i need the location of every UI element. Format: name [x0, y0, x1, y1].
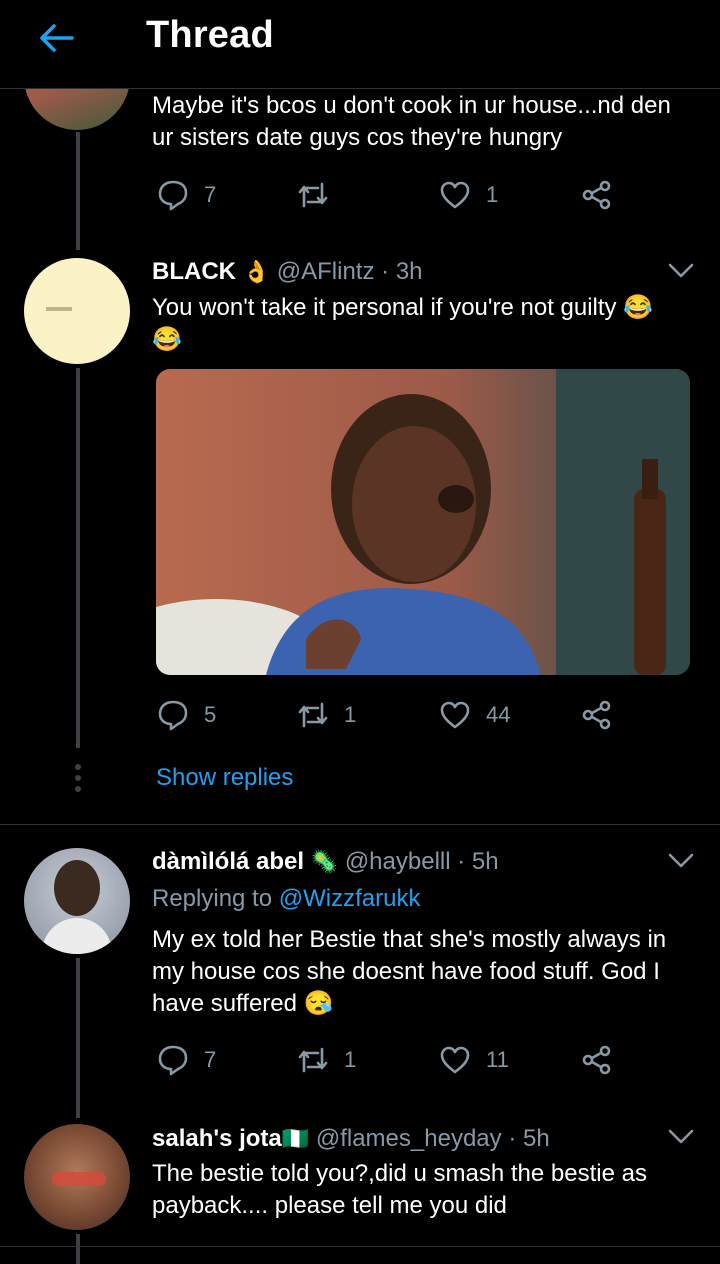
- reply-button[interactable]: 5: [156, 695, 216, 735]
- divider: [0, 824, 720, 825]
- author-handle[interactable]: @haybelll: [345, 848, 451, 875]
- tweet-actions: 7 1: [156, 175, 626, 215]
- tweet-header: BLACK 👌 @AFlintz · 3h: [152, 258, 423, 285]
- tweet-time: 5h: [471, 848, 499, 875]
- avatar[interactable]: [24, 258, 130, 364]
- replying-to: Replying to @Wizzfarukk: [152, 885, 421, 912]
- share-icon: [582, 1045, 611, 1075]
- retweet-button[interactable]: 1: [296, 1040, 356, 1080]
- tweet-text: My ex told her Bestie that she's mostly …: [152, 926, 667, 1017]
- reply-count: 7: [204, 182, 217, 207]
- author-handle[interactable]: @AFlintz: [277, 258, 375, 285]
- chevron-down-icon[interactable]: [667, 1128, 695, 1146]
- reply-count: 7: [204, 1047, 217, 1072]
- page-title: Thread: [146, 14, 274, 56]
- author-name[interactable]: dàmìlólá abel: [152, 848, 304, 875]
- name-emoji: 🇳🇬: [281, 1126, 310, 1151]
- tweet-text: The bestie told you?,did u smash the bes…: [152, 1160, 647, 1219]
- tweet-header: dàmìlólá abel 🦠 @haybelll · 5h: [152, 848, 499, 875]
- reply-icon: [158, 180, 188, 211]
- author-handle[interactable]: @flames_heyday: [316, 1125, 502, 1152]
- tweet-time: 5h: [522, 1125, 550, 1152]
- reply-icon: [158, 1045, 188, 1076]
- tweet-text: You won't take it personal if you're not…: [152, 294, 654, 353]
- author-name[interactable]: BLACK: [152, 258, 236, 285]
- name-emoji: 👌: [242, 259, 271, 284]
- like-count: 44: [486, 702, 511, 727]
- reply-icon: [158, 700, 188, 731]
- like-count: 11: [486, 1047, 509, 1072]
- like-button[interactable]: 1: [438, 175, 498, 215]
- like-button[interactable]: 44: [438, 695, 510, 735]
- reply-button[interactable]: 7: [156, 1040, 216, 1080]
- heart-icon: [440, 1046, 470, 1074]
- like-button[interactable]: 11: [438, 1040, 509, 1080]
- show-replies-link[interactable]: Show replies: [156, 763, 293, 793]
- author-name[interactable]: salah's jota: [152, 1125, 282, 1152]
- thread-line: [76, 958, 80, 1118]
- reply-count: 5: [204, 702, 217, 727]
- tweet-media-image[interactable]: [156, 369, 690, 675]
- retweet-count: 1: [344, 702, 357, 727]
- chevron-down-icon[interactable]: [667, 852, 695, 870]
- replying-to-link[interactable]: @Wizzfarukk: [279, 885, 421, 912]
- thread-line: [76, 132, 80, 250]
- heart-icon: [440, 181, 470, 209]
- tweet-time: 3h: [395, 258, 423, 285]
- thread-more-dots: [75, 764, 81, 792]
- heart-icon: [440, 701, 470, 729]
- name-emoji: 🦠: [310, 849, 339, 874]
- avatar[interactable]: [24, 848, 130, 954]
- tweet-header: salah's jota🇳🇬 @flames_heyday · 5h: [152, 1125, 550, 1152]
- retweet-button[interactable]: [296, 175, 344, 215]
- thread-line: [76, 1234, 80, 1264]
- retweet-button[interactable]: 1: [296, 695, 356, 735]
- share-button[interactable]: [580, 175, 614, 215]
- like-count: 1: [486, 182, 499, 207]
- tweet-actions: 5 1 44: [156, 695, 626, 735]
- retweet-icon: [298, 182, 328, 208]
- divider: [0, 1246, 720, 1247]
- tweet-text: Maybe it's bcos u don't cook in ur house…: [152, 92, 671, 151]
- share-icon: [582, 700, 611, 730]
- tweet-actions: 7 1 11: [156, 1040, 626, 1080]
- meme-photo: [156, 369, 690, 675]
- reply-button[interactable]: 7: [156, 175, 216, 215]
- share-icon: [582, 180, 611, 210]
- retweet-count: 1: [344, 1047, 357, 1072]
- top-bar: Thread: [0, 0, 720, 89]
- back-arrow-icon[interactable]: [36, 18, 76, 58]
- avatar[interactable]: [24, 1124, 130, 1230]
- share-button[interactable]: [580, 1040, 614, 1080]
- retweet-icon: [298, 702, 328, 728]
- retweet-icon: [298, 1047, 328, 1073]
- share-button[interactable]: [580, 695, 614, 735]
- thread-line: [76, 368, 80, 748]
- chevron-down-icon[interactable]: [667, 262, 695, 280]
